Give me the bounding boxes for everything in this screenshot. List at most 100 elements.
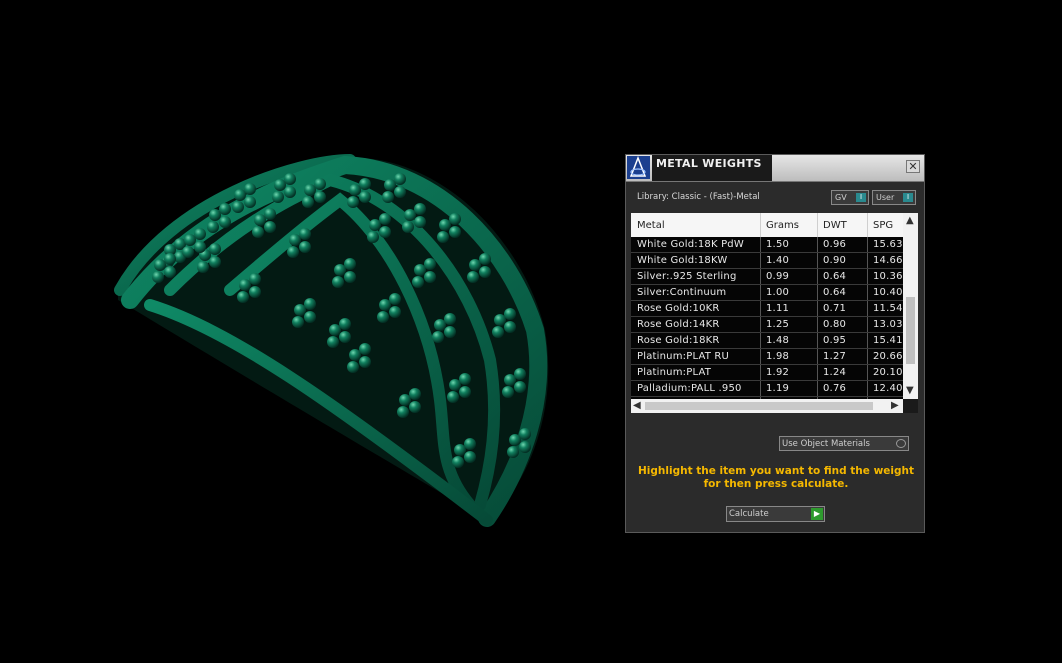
- gem-stone: [349, 184, 361, 196]
- dwt-cell: 0.64: [823, 287, 847, 298]
- gem-stone: [479, 253, 491, 265]
- table-row[interactable]: Silver:.925 Sterling 0.99 0.64 10.36: [631, 269, 903, 285]
- gem-stone: [414, 203, 426, 215]
- gem-stone: [449, 213, 461, 225]
- grams-cell: 1.98: [766, 351, 790, 362]
- scroll-down-arrow-icon[interactable]: ▼: [906, 386, 914, 396]
- gem-stone: [314, 191, 326, 203]
- scroll-up-arrow-icon[interactable]: ▲: [906, 216, 914, 226]
- gem-stone: [299, 228, 311, 240]
- 3d-viewport[interactable]: [0, 0, 620, 659]
- ring-model[interactable]: [0, 0, 620, 659]
- gv-toggle-knob: I: [856, 193, 866, 202]
- gem-stone: [424, 271, 436, 283]
- calculate-button[interactable]: Calculate ▶: [726, 506, 825, 522]
- gem-stone: [264, 208, 276, 220]
- table-row[interactable]: Platinum:PLAT 1.92 1.24 20.10: [631, 365, 903, 381]
- use-object-materials-label: Use Object Materials: [782, 439, 870, 449]
- title-bar[interactable]: METAL WEIGHTS ✕: [626, 155, 924, 182]
- gem-stone: [464, 438, 476, 450]
- header-metal[interactable]: Metal: [637, 220, 665, 231]
- metal-cell: Platinum:PLAT RU: [637, 351, 730, 362]
- dwt-cell: 0.71: [823, 303, 847, 314]
- grams-cell: 1.00: [766, 287, 790, 298]
- table-row[interactable]: White Gold:18K PdW 1.50 0.96 15.63: [631, 237, 903, 253]
- gem-stone: [209, 256, 221, 268]
- spg-cell: 10.40: [873, 287, 903, 298]
- table-row[interactable]: Rose Gold:14KR 1.25 0.80 13.03: [631, 317, 903, 333]
- table-row[interactable]: Rose Gold:10KR 1.11 0.71 11.54: [631, 301, 903, 317]
- grams-cell: 1.11: [766, 303, 790, 314]
- gem-stone: [434, 319, 446, 331]
- gem-stone: [412, 276, 424, 288]
- vertical-scroll-thumb[interactable]: [906, 297, 915, 364]
- gem-stone: [382, 191, 394, 203]
- instruction-text: Highlight the item you want to find the …: [638, 465, 914, 490]
- gem-stone: [302, 196, 314, 208]
- gem-stone: [504, 308, 516, 320]
- gem-stone: [272, 191, 284, 203]
- user-toggle[interactable]: User I: [872, 190, 916, 205]
- scroll-right-arrow-icon[interactable]: ▶: [891, 401, 899, 411]
- spg-cell: 13.03: [873, 319, 903, 330]
- table-row[interactable]: White Gold:18KW 1.40 0.90 14.66: [631, 253, 903, 269]
- gv-toggle-label: GV: [835, 193, 847, 202]
- gem-stone: [219, 216, 231, 228]
- gem-stone: [294, 304, 306, 316]
- gv-toggle[interactable]: GV I: [831, 190, 869, 205]
- gem-stone: [449, 226, 461, 238]
- gem-stone: [432, 331, 444, 343]
- spg-cell: 14.66: [873, 255, 903, 266]
- grams-cell: 0.99: [766, 271, 790, 282]
- dwt-cell: 0.96: [823, 239, 847, 250]
- gem-stone: [219, 203, 231, 215]
- gem-stone: [254, 214, 266, 226]
- gem-stone: [519, 441, 531, 453]
- table-row[interactable]: Rose Gold:18KR 1.48 0.95 15.41: [631, 333, 903, 349]
- gem-stone: [359, 343, 371, 355]
- gem-stone: [367, 231, 379, 243]
- spg-cell: 20.10: [873, 367, 903, 378]
- gem-stone: [402, 221, 414, 233]
- gem-stone: [287, 246, 299, 258]
- gem-stone: [234, 189, 246, 201]
- use-object-materials-toggle[interactable]: Use Object Materials: [779, 436, 909, 451]
- horizontal-scroll-thumb[interactable]: [645, 402, 873, 410]
- close-button[interactable]: ✕: [906, 160, 920, 173]
- metal-cell: White Gold:18K PdW: [637, 239, 744, 250]
- gem-stone: [394, 173, 406, 185]
- spg-cell: 10.36: [873, 271, 903, 282]
- gem-stone: [514, 381, 526, 393]
- gem-stone: [409, 401, 421, 413]
- gem-stone: [289, 234, 301, 246]
- table-row[interactable]: Platinum:PLAT RU 1.98 1.27 20.66: [631, 349, 903, 365]
- grams-cell: 1.25: [766, 319, 790, 330]
- dwt-cell: 0.76: [823, 383, 847, 394]
- gem-stone: [184, 234, 196, 246]
- gem-stone: [379, 213, 391, 225]
- header-grams[interactable]: Grams: [766, 220, 799, 231]
- gem-stone: [194, 241, 206, 253]
- panel-title: METAL WEIGHTS: [656, 157, 762, 170]
- scroll-left-arrow-icon[interactable]: ◀: [633, 401, 641, 411]
- gem-stone: [464, 451, 476, 463]
- table-row[interactable]: Palladium:PALL .950 1.19 0.76 12.40: [631, 381, 903, 397]
- gem-stone: [394, 186, 406, 198]
- gem-stone: [414, 264, 426, 276]
- radio-icon: [896, 439, 906, 448]
- gem-stone: [197, 261, 209, 273]
- spg-cell: 15.63: [873, 239, 903, 250]
- gem-stone: [467, 271, 479, 283]
- table-row[interactable]: Silver:Continuum 1.00 0.64 10.40: [631, 285, 903, 301]
- horizontal-scrollbar[interactable]: ◀ ▶: [631, 399, 903, 413]
- header-spg[interactable]: SPG: [873, 220, 893, 231]
- gem-stone: [479, 266, 491, 278]
- metal-table: Metal Grams DWT SPG White Gold:18K PdW 1.…: [631, 213, 918, 413]
- header-dwt[interactable]: DWT: [823, 220, 847, 231]
- gem-stone: [399, 394, 411, 406]
- gem-stone: [292, 316, 304, 328]
- gem-stone: [459, 386, 471, 398]
- metal-weights-panel: METAL WEIGHTS ✕ Library: Classic - (Fast…: [625, 154, 925, 533]
- vertical-scrollbar[interactable]: ▲ ▼: [903, 213, 918, 399]
- gem-stone: [152, 271, 164, 283]
